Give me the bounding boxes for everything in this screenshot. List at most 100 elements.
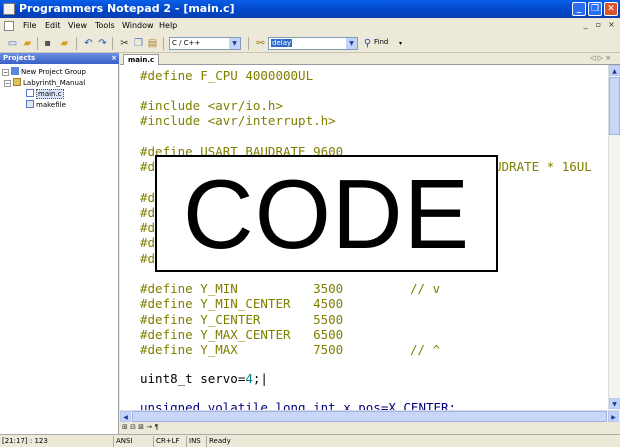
- code-line: #define Y_MAX 7500: [140, 342, 344, 357]
- menu-window[interactable]: Window: [122, 21, 154, 30]
- code-line: #d: [140, 235, 156, 250]
- restore-button[interactable]: ❐: [588, 2, 602, 16]
- undo-icon[interactable]: ↶: [82, 37, 95, 50]
- collapse-icon[interactable]: −: [4, 80, 11, 87]
- status-bar: [21:17] : 123 ANSI CR+LF INS Ready: [0, 434, 620, 447]
- menu-bar: File Edit View Tools Window Help _ ▫ ×: [0, 18, 620, 34]
- scroll-down-icon[interactable]: ▼: [609, 398, 620, 409]
- code-line: unsigned volatile long int x_pos=X_CENTE…: [140, 400, 457, 410]
- code-comment: // v: [410, 281, 441, 296]
- project-group-icon: [11, 67, 19, 75]
- find-dropdown-icon[interactable]: ▾: [394, 37, 407, 50]
- copy-icon[interactable]: ❐: [132, 37, 145, 50]
- status-line-ending: CR+LF: [154, 436, 187, 447]
- close-button[interactable]: ✕: [604, 2, 618, 16]
- tree-item-project[interactable]: − Labyrinth_Manual: [4, 78, 85, 88]
- mdi-minimize-button[interactable]: _: [580, 20, 591, 31]
- toolbar-separator: [112, 37, 113, 50]
- toolbar-separator: [163, 37, 164, 50]
- status-encoding: ANSI: [114, 436, 154, 447]
- toolbar-separator: [248, 37, 249, 50]
- status-state: Ready: [209, 437, 231, 445]
- editor-mini-toolbar-icons[interactable]: ⊞ ⊟ ⊠ → ¶: [122, 423, 159, 431]
- collapse-icon[interactable]: −: [2, 69, 9, 76]
- code-line: #d: [140, 190, 156, 205]
- toolbar-separator: [37, 37, 38, 50]
- search-input[interactable]: delay ▼: [268, 37, 358, 50]
- scheme-value: C / C++: [172, 39, 201, 47]
- code-line: #define Y_MAX_CENTER 6500: [140, 327, 344, 342]
- code-line: #d: [140, 220, 156, 235]
- makefile-icon: [26, 100, 34, 108]
- new-file-icon[interactable]: ▭: [6, 37, 19, 50]
- scroll-right-icon[interactable]: ▶: [608, 411, 619, 422]
- code-line: #include <avr/interrupt.h>: [140, 113, 336, 128]
- menu-view[interactable]: View: [68, 21, 87, 30]
- text-cursor: |: [260, 371, 268, 386]
- paste-icon[interactable]: ▤: [146, 37, 159, 50]
- code-line: #include <avr/io.h>: [140, 98, 283, 113]
- scroll-left-icon[interactable]: ◀: [120, 411, 131, 422]
- code-line: UDRATE * 16UL: [494, 159, 592, 174]
- close-icon[interactable]: ×: [111, 53, 117, 64]
- code-overlay-label: CODE: [155, 155, 498, 272]
- code-comment: // ^: [410, 342, 441, 357]
- find-button[interactable]: Find: [374, 38, 388, 46]
- vertical-scroll-thumb[interactable]: [609, 77, 620, 135]
- code-line: #d: [140, 159, 156, 174]
- tree-item-label: New Project Group: [21, 68, 86, 76]
- menu-help[interactable]: Help: [159, 21, 177, 30]
- projects-title: Projects: [3, 54, 36, 62]
- code-line: #define F_CPU 4000000UL: [140, 68, 314, 83]
- tree-item-label: main.c: [36, 89, 64, 99]
- minimize-button[interactable]: _: [572, 2, 586, 16]
- toolbar-separator: [76, 37, 77, 50]
- code-line: #define Y_MIN 3500: [140, 281, 344, 296]
- find-icon[interactable]: ⚲: [361, 37, 374, 50]
- chevron-down-icon[interactable]: ▼: [229, 38, 240, 49]
- tree-item-label: makefile: [36, 101, 66, 109]
- projects-panel-header: Projects ×: [0, 53, 119, 64]
- c-file-icon: [26, 89, 34, 97]
- menu-edit[interactable]: Edit: [45, 21, 61, 30]
- menu-file[interactable]: File: [23, 21, 36, 30]
- projects-tree: − New Project Group − Labyrinth_Manual mai…: [0, 64, 119, 434]
- code-line: #define Y_MIN_CENTER 4500: [140, 296, 344, 311]
- main-toolbar: ▭ ▰ ▪ ▰ ↶ ↷ ✂ ❐ ▤ C / C++ ▼ ⚯ delay ▼ ⚲ …: [0, 34, 620, 53]
- tree-item-makefile[interactable]: makefile: [26, 100, 66, 110]
- code-line: uint8_t servo=4;|: [140, 371, 268, 387]
- horizontal-scroll-thumb[interactable]: [132, 411, 607, 422]
- mdi-close-button[interactable]: ×: [606, 20, 617, 31]
- mdi-restore-button[interactable]: ▫: [593, 20, 604, 31]
- editor-mini-toolbar: ⊞ ⊟ ⊠ → ¶: [120, 422, 620, 434]
- tree-item-label: Labyrinth_Manual: [23, 79, 86, 87]
- folder-icon: [13, 78, 21, 86]
- editor-tabs: main.c ◁ ▷ ×: [120, 53, 620, 65]
- code-line: #d: [140, 205, 156, 220]
- menu-tools[interactable]: Tools: [95, 21, 115, 30]
- redo-icon[interactable]: ↷: [96, 37, 109, 50]
- horizontal-scrollbar[interactable]: ◀ ▶: [120, 410, 620, 422]
- cut-icon[interactable]: ✂: [118, 37, 131, 50]
- tree-item-main-c[interactable]: main.c: [26, 89, 64, 99]
- document-icon[interactable]: [4, 21, 14, 31]
- code-number: 4: [245, 371, 253, 386]
- code-line: #d: [140, 251, 156, 266]
- code-text: uint8_t servo=: [140, 371, 246, 386]
- scroll-up-icon[interactable]: ▲: [609, 65, 620, 76]
- app-icon[interactable]: [3, 3, 15, 15]
- tab-navigation[interactable]: ◁ ▷ ×: [590, 54, 611, 62]
- save-all-icon[interactable]: ▰: [58, 37, 71, 50]
- vertical-scrollbar[interactable]: ▲ ▼: [608, 65, 620, 410]
- tree-item-project-group[interactable]: − New Project Group: [2, 67, 86, 77]
- open-folder-icon[interactable]: ▰: [21, 37, 34, 50]
- window-title: Programmers Notepad 2 - [main.c]: [19, 2, 235, 15]
- search-value: delay: [271, 39, 293, 47]
- tab-main-c[interactable]: main.c: [123, 54, 160, 65]
- save-icon[interactable]: ▪: [41, 37, 54, 50]
- binoculars-icon: ⚯: [256, 38, 265, 49]
- scheme-select[interactable]: C / C++ ▼: [169, 37, 241, 50]
- chevron-down-icon[interactable]: ▼: [346, 38, 357, 49]
- status-mode: INS: [187, 436, 207, 447]
- code-line: #define Y_CENTER 5500: [140, 312, 344, 327]
